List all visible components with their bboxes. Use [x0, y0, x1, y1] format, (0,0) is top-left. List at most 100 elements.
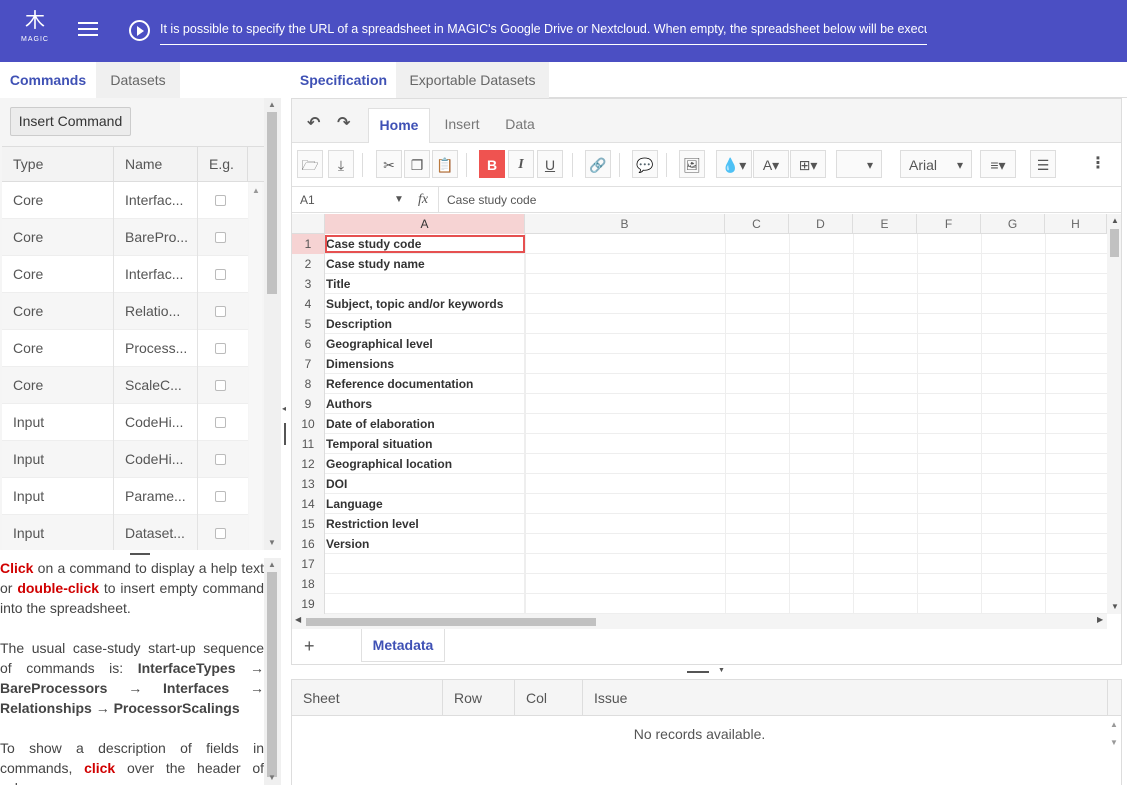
table-row[interactable]: Core Interfac...: [2, 182, 248, 219]
issues-splitter[interactable]: ▼: [291, 665, 1127, 679]
sheet-horizontal-scrollbar[interactable]: ◀ ▶: [292, 614, 1107, 629]
cut-icon[interactable]: ✂: [376, 150, 402, 178]
open-folder-icon[interactable]: 🗁: [297, 150, 323, 178]
row-number[interactable]: 17: [292, 554, 325, 574]
cell-a[interactable]: Subject, topic and/or keywords: [326, 294, 525, 314]
help-scrollbar[interactable]: ▲ ▼: [264, 558, 281, 785]
cell-a[interactable]: Date of elaboration: [326, 414, 525, 434]
hamburger-menu-icon[interactable]: [78, 22, 98, 38]
ribbon-tab-insert[interactable]: Insert: [432, 108, 492, 143]
column-header-sheet[interactable]: Sheet: [292, 680, 443, 716]
scroll-down-icon[interactable]: ▼: [268, 773, 276, 782]
add-sheet-button[interactable]: +: [304, 636, 315, 657]
example-checkbox[interactable]: [215, 528, 226, 539]
cell-a[interactable]: Version: [326, 534, 525, 554]
main-vertical-splitter[interactable]: ◂: [281, 62, 291, 785]
row-number[interactable]: 12: [292, 454, 325, 474]
cell-a[interactable]: Description: [326, 314, 525, 334]
example-checkbox[interactable]: [215, 195, 226, 206]
tab-commands[interactable]: Commands: [0, 62, 96, 98]
cell-a[interactable]: Language: [326, 494, 525, 514]
sheet-row[interactable]: 6 Geographical level: [292, 334, 1107, 354]
column-header-d[interactable]: D: [789, 214, 853, 234]
row-number[interactable]: 15: [292, 514, 325, 534]
sheet-row[interactable]: 11 Temporal situation: [292, 434, 1107, 454]
scroll-right-icon[interactable]: ▶: [1097, 615, 1103, 624]
tab-specification[interactable]: Specification: [291, 62, 396, 98]
spreadsheet-url-input[interactable]: It is possible to specify the URL of a s…: [160, 18, 927, 45]
tab-datasets[interactable]: Datasets: [96, 62, 180, 98]
sheet-row[interactable]: 15 Restriction level: [292, 514, 1107, 534]
column-header-b[interactable]: B: [525, 214, 725, 234]
sheet-row[interactable]: 3 Title: [292, 274, 1107, 294]
column-header-name[interactable]: Name: [114, 147, 198, 182]
sheet-row[interactable]: 19: [292, 594, 1107, 614]
column-header-row[interactable]: Row: [443, 680, 515, 716]
image-icon[interactable]: 🖼: [679, 150, 705, 178]
fill-color-icon[interactable]: 💧▾: [716, 150, 752, 178]
table-row[interactable]: Core Relatio...: [2, 293, 248, 330]
column-header-g[interactable]: G: [981, 214, 1045, 234]
sheet-row[interactable]: 10 Date of elaboration: [292, 414, 1107, 434]
cell-a[interactable]: DOI: [326, 474, 525, 494]
row-number[interactable]: 8: [292, 374, 325, 394]
commands-panel-scrollbar[interactable]: ▲ ▼: [264, 98, 281, 550]
scroll-down-icon[interactable]: ▼: [1111, 602, 1119, 611]
redo-icon[interactable]: ↷: [337, 113, 350, 133]
undo-icon[interactable]: ↶: [307, 113, 320, 133]
column-header-f[interactable]: F: [917, 214, 981, 234]
scroll-thumb[interactable]: [306, 618, 596, 626]
sheet-vertical-scrollbar[interactable]: ▲ ▼: [1107, 214, 1121, 614]
cell-a[interactable]: Title: [326, 274, 525, 294]
cell-a[interactable]: Temporal situation: [326, 434, 525, 454]
column-header-type[interactable]: Type: [2, 147, 114, 182]
cell-a[interactable]: Dimensions: [326, 354, 525, 374]
collapse-down-icon[interactable]: ▼: [718, 667, 725, 674]
column-header-h[interactable]: H: [1045, 214, 1107, 234]
sheet-row[interactable]: 8 Reference documentation: [292, 374, 1107, 394]
example-checkbox[interactable]: [215, 306, 226, 317]
row-number[interactable]: 9: [292, 394, 325, 414]
sheet-row[interactable]: 1 Case study code: [292, 234, 1107, 254]
sheet-row[interactable]: 16 Version: [292, 534, 1107, 554]
splitter-grip[interactable]: [687, 671, 709, 673]
example-checkbox[interactable]: [215, 380, 226, 391]
sheet-row[interactable]: 18: [292, 574, 1107, 594]
sheet-row[interactable]: 5 Description: [292, 314, 1107, 334]
cell-a[interactable]: [326, 594, 525, 614]
chevron-down-icon[interactable]: ▼: [394, 187, 404, 213]
row-number[interactable]: 18: [292, 574, 325, 594]
cell-a[interactable]: Case study name: [326, 254, 525, 274]
sheet-row[interactable]: 4 Subject, topic and/or keywords: [292, 294, 1107, 314]
download-icon[interactable]: ⤓: [328, 150, 354, 178]
scroll-up-icon[interactable]: ▲: [252, 186, 260, 195]
tab-exportable-datasets[interactable]: Exportable Datasets: [396, 62, 549, 98]
column-header-eg[interactable]: E.g.: [198, 147, 248, 182]
scroll-up-icon[interactable]: ▲: [268, 560, 276, 569]
cell-a[interactable]: Geographical location: [326, 454, 525, 474]
scroll-up-icon[interactable]: ▲: [1110, 720, 1118, 729]
link-icon[interactable]: 🔗: [585, 150, 611, 178]
more-options-icon[interactable]: ⋮: [1085, 150, 1111, 178]
copy-icon[interactable]: ❐: [404, 150, 430, 178]
sheet-row[interactable]: 14 Language: [292, 494, 1107, 514]
row-number[interactable]: 5: [292, 314, 325, 334]
column-header-c[interactable]: C: [725, 214, 789, 234]
table-row[interactable]: Input Parame...: [2, 478, 248, 515]
table-row[interactable]: Core ScaleC...: [2, 367, 248, 404]
sheet-row[interactable]: 2 Case study name: [292, 254, 1107, 274]
ribbon-tab-data[interactable]: Data: [492, 108, 548, 143]
table-row[interactable]: Core Interfac...: [2, 256, 248, 293]
table-row[interactable]: Input CodeHi...: [2, 404, 248, 441]
sheet-row[interactable]: 9 Authors: [292, 394, 1107, 414]
row-number[interactable]: 13: [292, 474, 325, 494]
scroll-up-icon[interactable]: ▲: [1111, 216, 1119, 225]
font-family-select[interactable]: Arial: [900, 150, 972, 179]
column-header-col[interactable]: Col: [515, 680, 583, 716]
cell-a[interactable]: Authors: [326, 394, 525, 414]
row-number[interactable]: 16: [292, 534, 325, 554]
insert-command-button[interactable]: Insert Command: [10, 107, 131, 136]
bold-button[interactable]: B: [479, 150, 505, 178]
table-row[interactable]: Input CodeHi...: [2, 441, 248, 478]
sheet-row[interactable]: 12 Geographical location: [292, 454, 1107, 474]
